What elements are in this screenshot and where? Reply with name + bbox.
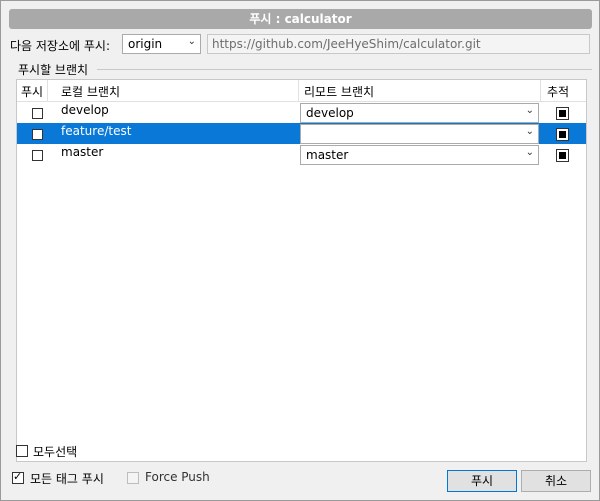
push-checkbox[interactable] xyxy=(32,108,43,119)
column-header-local[interactable]: 로컬 브랜치 xyxy=(61,83,120,100)
local-branch-name: feature/test xyxy=(61,124,132,138)
table-row[interactable]: master master ⌄ xyxy=(17,144,586,165)
branches-group-label: 푸시할 브랜치 xyxy=(18,63,89,77)
remote-branch-value: develop xyxy=(306,106,354,120)
track-checkbox[interactable] xyxy=(556,149,569,162)
remote-select[interactable]: origin ⌄ xyxy=(122,34,201,54)
chevron-down-icon: ⌄ xyxy=(525,105,534,116)
remote-branch-select[interactable]: master ⌄ xyxy=(300,145,539,165)
force-push-label: Force Push xyxy=(145,470,210,484)
push-button[interactable]: 푸시 xyxy=(447,470,517,492)
branch-table: 푸시 로컬 브랜치 리모트 브랜치 추적 develop develop ⌄ f… xyxy=(16,79,587,462)
cancel-button[interactable]: 취소 xyxy=(521,470,591,492)
remote-label: 다음 저장소에 푸시: xyxy=(10,39,110,53)
table-row[interactable]: feature/test ⌄ xyxy=(17,123,586,144)
table-row[interactable]: develop develop ⌄ xyxy=(17,102,586,123)
remote-url-field[interactable]: https://github.com/JeeHyeShim/calculator… xyxy=(207,34,590,54)
track-checkbox[interactable] xyxy=(556,128,569,141)
local-branch-name: develop xyxy=(61,103,109,117)
track-checkbox[interactable] xyxy=(556,107,569,120)
remote-row: 다음 저장소에 푸시: origin ⌄ https://github.com/… xyxy=(10,34,590,56)
column-divider xyxy=(540,80,541,101)
push-checkbox[interactable] xyxy=(32,150,43,161)
select-all-checkbox[interactable] xyxy=(16,445,28,457)
select-all-label: 모두선택 xyxy=(33,445,78,459)
chevron-down-icon: ⌄ xyxy=(187,36,196,47)
chevron-down-icon: ⌄ xyxy=(525,126,534,137)
remote-branch-select[interactable]: ⌄ xyxy=(300,124,539,144)
column-header-remote[interactable]: 리모트 브랜치 xyxy=(304,83,374,100)
local-branch-name: master xyxy=(61,145,104,159)
push-all-tags-label: 모든 태그 푸시 xyxy=(30,472,104,486)
column-divider xyxy=(298,80,299,101)
chevron-down-icon: ⌄ xyxy=(525,147,534,158)
table-header: 푸시 로컬 브랜치 리모트 브랜치 추적 xyxy=(17,80,586,102)
remote-branch-value: master xyxy=(306,148,349,162)
push-dialog: 푸시 : calculator 다음 저장소에 푸시: origin ⌄ htt… xyxy=(0,0,600,501)
force-push-checkbox[interactable] xyxy=(127,472,139,484)
column-header-track[interactable]: 추적 xyxy=(547,83,569,100)
column-divider xyxy=(47,80,48,101)
window-title: 푸시 : calculator xyxy=(9,9,592,29)
push-checkbox[interactable] xyxy=(32,129,43,140)
column-header-push[interactable]: 푸시 xyxy=(21,83,43,100)
group-divider xyxy=(97,69,592,70)
remote-branch-select[interactable]: develop ⌄ xyxy=(300,103,539,123)
remote-select-value: origin xyxy=(128,37,163,51)
push-all-tags-checkbox[interactable] xyxy=(12,470,24,484)
